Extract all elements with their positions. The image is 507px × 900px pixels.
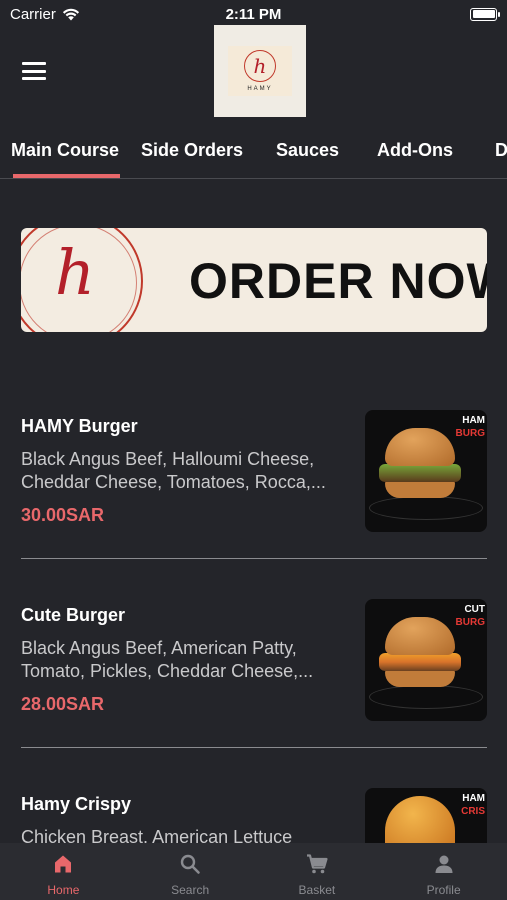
cart-icon [304, 851, 330, 877]
nav-profile[interactable]: Profile [380, 843, 507, 900]
order-now-banner[interactable]: h ORDER NOW [21, 228, 487, 332]
active-tab-indicator [13, 174, 120, 178]
tab-add-ons[interactable]: Add-Ons [377, 140, 453, 161]
logo-letter: h [244, 50, 276, 82]
nav-label: Home [47, 883, 80, 897]
category-tabs: Main Course Side Orders Sauces Add-Ons D [0, 130, 507, 179]
banner-logo-letter: h [55, 236, 95, 309]
item-image[interactable]: HAM CRIS [365, 788, 487, 843]
item-price: 28.00SAR [21, 694, 105, 714]
item-description: Black Angus Beef, American Patty, Tomato… [21, 638, 314, 681]
header: h HAMY [0, 24, 507, 118]
menu-item[interactable]: Hamy Crispy Chicken Breast, American Let… [0, 778, 507, 843]
wifi-icon [62, 8, 79, 20]
nav-label: Profile [426, 883, 461, 897]
item-description: Chicken Breast, American Lettuce [21, 827, 293, 843]
nav-basket[interactable]: Basket [254, 843, 381, 900]
nav-home[interactable]: Home [0, 843, 127, 900]
nav-label: Search [171, 883, 210, 897]
image-tag: HAM CRIS [461, 793, 485, 817]
search-icon [177, 851, 203, 877]
bottom-nav: Home Search Basket Profile [0, 843, 507, 900]
nav-search[interactable]: Search [127, 843, 254, 900]
status-time: 2:11 PM [225, 5, 282, 23]
item-image[interactable]: HAM BURG [365, 410, 487, 532]
image-tag: CUT BURG [455, 604, 485, 628]
banner-text: ORDER NOW [189, 253, 487, 309]
tab-sauces[interactable]: Sauces [276, 140, 339, 161]
carrier-label: Carrier [10, 5, 56, 23]
item-name: HAMY Burger [21, 416, 138, 436]
divider [21, 747, 487, 748]
nav-label: Basket [298, 883, 336, 897]
item-image[interactable]: CUT BURG [365, 599, 487, 721]
item-name: Cute Burger [21, 605, 126, 625]
divider [21, 558, 487, 559]
item-description: Black Angus Beef, Halloumi Cheese, Chedd… [21, 449, 326, 492]
menu-item[interactable]: HAMY Burger Black Angus Beef, Halloumi C… [0, 400, 507, 590]
person-icon [431, 851, 457, 877]
battery-icon [470, 7, 500, 21]
item-price: 30.00SAR [21, 505, 105, 525]
menu-item[interactable]: Cute Burger Black Angus Beef, American P… [0, 589, 507, 779]
hamburger-menu-icon[interactable] [22, 62, 46, 80]
logo-text: HAMY [247, 86, 273, 92]
item-name: Hamy Crispy [21, 794, 132, 814]
restaurant-logo: h HAMY [214, 25, 306, 117]
tab-side-orders[interactable]: Side Orders [141, 140, 243, 161]
status-left: Carrier [10, 6, 80, 23]
tab-main-course[interactable]: Main Course [11, 140, 119, 161]
image-tag: HAM BURG [455, 415, 485, 439]
tab-partial[interactable]: D [495, 140, 507, 161]
home-icon [50, 851, 76, 877]
